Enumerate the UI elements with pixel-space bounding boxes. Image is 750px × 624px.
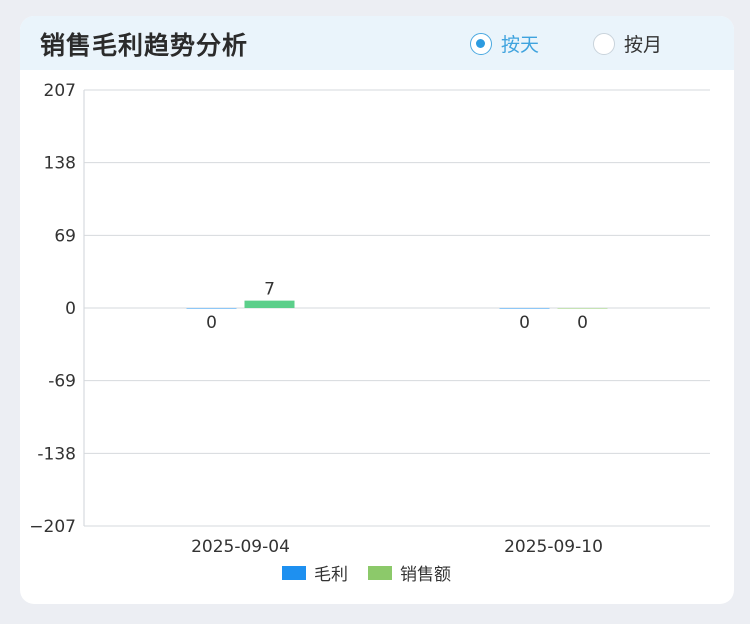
bar bbox=[244, 300, 295, 308]
x-tick-label: 2025-09-04 bbox=[191, 537, 290, 557]
y-tick-label: 138 bbox=[44, 154, 76, 174]
data-label: 0 bbox=[577, 313, 588, 333]
y-tick-label: -69 bbox=[48, 372, 76, 392]
y-tick-label: −207 bbox=[29, 517, 76, 537]
bar bbox=[557, 308, 608, 309]
legend-label: 毛利 bbox=[314, 565, 348, 585]
y-tick-label: 0 bbox=[65, 299, 76, 319]
legend-swatch bbox=[282, 566, 306, 580]
x-tick-label: 2025-09-10 bbox=[504, 537, 603, 557]
data-label: 7 bbox=[264, 280, 275, 300]
y-tick-label: -138 bbox=[37, 444, 76, 464]
legend-swatch bbox=[368, 566, 392, 580]
y-tick-label: 69 bbox=[54, 226, 76, 246]
bar bbox=[499, 308, 550, 309]
bar bbox=[186, 308, 237, 309]
legend-label: 销售额 bbox=[400, 565, 451, 585]
y-tick-label: 207 bbox=[44, 81, 76, 101]
data-label: 0 bbox=[206, 313, 217, 333]
bar-chart: 207 138 69 0 -69 -138 −207 2025-09-04 0 7 2025-09-… bbox=[29, 81, 710, 585]
data-label: 0 bbox=[519, 313, 530, 333]
